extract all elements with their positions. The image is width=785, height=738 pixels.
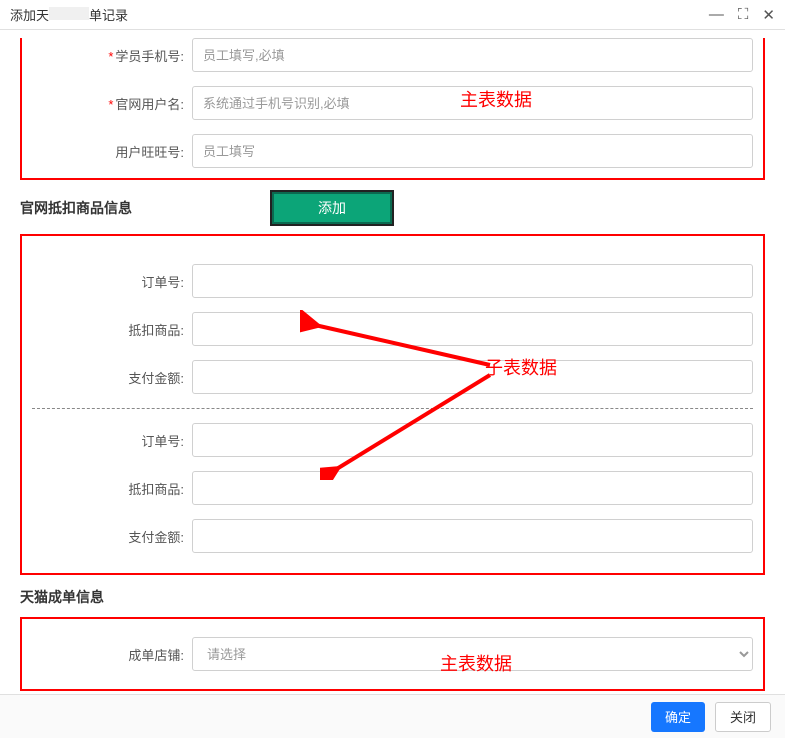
order-label-1: 订单号: [32,431,192,450]
order-input-0[interactable] [192,264,753,298]
phone-label: *学员手机号: [32,46,192,65]
main-data-box: *学员手机号: *官网用户名: 用户旺旺号: [20,38,765,180]
product-input-1[interactable] [192,471,753,505]
store-label: 成单店铺: [32,645,192,664]
title-prefix: 添加天 [10,8,49,23]
window-title: 添加天 单记录 [10,5,128,24]
cancel-button[interactable]: 关闭 [715,702,771,732]
add-button[interactable]: 添加 [272,192,392,224]
content-area: *学员手机号: *官网用户名: 用户旺旺号: 官网抵扣商品信息 添加 订单号: … [0,30,785,700]
order-input-1[interactable] [192,423,753,457]
wangwang-input[interactable] [192,134,753,168]
product-label-1: 抵扣商品: [32,479,192,498]
window-controls: — ⛶ ✕ [709,6,775,24]
tmall-section-header: 天猫成单信息 [20,587,765,607]
product-input-0[interactable] [192,312,753,346]
tmall-title: 天猫成单信息 [20,587,104,607]
discount-section-header: 官网抵扣商品信息 添加 [20,192,765,224]
minimize-icon[interactable]: — [709,6,724,23]
product-label-0: 抵扣商品: [32,320,192,339]
wangwang-label: 用户旺旺号: [32,142,192,161]
footer-bar: 确定 关闭 [0,694,785,738]
ok-button[interactable]: 确定 [651,702,705,732]
amount-label-1: 支付金额: [32,527,192,546]
username-label: *官网用户名: [32,94,192,113]
sub-data-box: 订单号: 抵扣商品: 支付金额: 订单号: 抵扣商品: 支付金额: [20,234,765,575]
maximize-icon[interactable]: ⛶ [738,6,749,23]
order-label-0: 订单号: [32,272,192,291]
phone-input[interactable] [192,38,753,72]
amount-input-0[interactable] [192,360,753,394]
username-input[interactable] [192,86,753,120]
amount-input-1[interactable] [192,519,753,553]
discount-title: 官网抵扣商品信息 [20,198,132,218]
title-suffix: 单记录 [89,8,128,23]
store-select[interactable]: 请选择 [192,637,753,671]
tmall-data-box: 成单店铺: 请选择 [20,617,765,691]
titlebar: 添加天 单记录 — ⛶ ✕ [0,0,785,30]
row-divider [32,408,753,409]
close-icon[interactable]: ✕ [762,6,775,24]
title-masked [49,7,89,20]
amount-label-0: 支付金额: [32,368,192,387]
